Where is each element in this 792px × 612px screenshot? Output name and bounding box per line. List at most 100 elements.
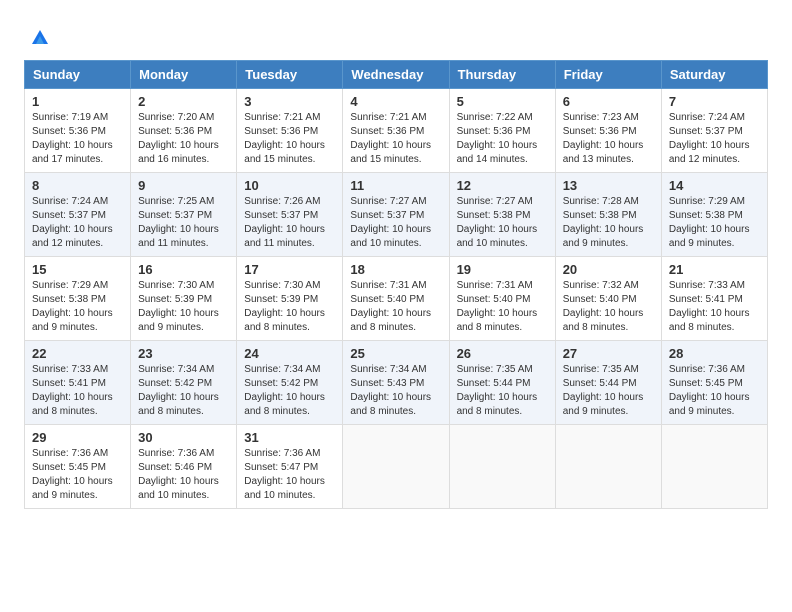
day-info: Sunrise: 7:36 AM Sunset: 5:46 PM Dayligh… bbox=[138, 447, 229, 503]
day-number: 26 bbox=[457, 346, 548, 361]
day-number: 15 bbox=[32, 262, 123, 277]
day-number: 1 bbox=[32, 94, 123, 109]
day-number: 18 bbox=[350, 262, 441, 277]
logo-icon bbox=[28, 26, 52, 50]
calendar-day-header: Sunday bbox=[25, 61, 131, 89]
calendar-cell: 27 Sunrise: 7:35 AM Sunset: 5:44 PM Dayli… bbox=[555, 341, 661, 425]
day-info: Sunrise: 7:31 AM Sunset: 5:40 PM Dayligh… bbox=[350, 279, 441, 335]
calendar-cell: 2 Sunrise: 7:20 AM Sunset: 5:36 PM Daylig… bbox=[131, 89, 237, 173]
day-number: 9 bbox=[138, 178, 229, 193]
day-info: Sunrise: 7:22 AM Sunset: 5:36 PM Dayligh… bbox=[457, 111, 548, 167]
day-number: 13 bbox=[563, 178, 654, 193]
day-number: 29 bbox=[32, 430, 123, 445]
calendar-cell: 28 Sunrise: 7:36 AM Sunset: 5:45 PM Dayli… bbox=[661, 341, 767, 425]
day-number: 4 bbox=[350, 94, 441, 109]
day-info: Sunrise: 7:29 AM Sunset: 5:38 PM Dayligh… bbox=[669, 195, 760, 251]
day-number: 3 bbox=[244, 94, 335, 109]
calendar-cell: 25Sunrise: 7:34 AM Sunset: 5:43 PM Dayli… bbox=[343, 341, 449, 425]
calendar-week-row: 1 Sunrise: 7:19 AM Sunset: 5:36 PM Daylig… bbox=[25, 89, 768, 173]
day-info: Sunrise: 7:24 AM Sunset: 5:37 PM Dayligh… bbox=[32, 195, 123, 251]
day-info: Sunrise: 7:20 AM Sunset: 5:36 PM Dayligh… bbox=[138, 111, 229, 167]
calendar-cell: 7 Sunrise: 7:24 AM Sunset: 5:37 PM Daylig… bbox=[661, 89, 767, 173]
calendar-cell: 19 Sunrise: 7:31 AM Sunset: 5:40 PM Dayli… bbox=[449, 257, 555, 341]
day-info: Sunrise: 7:27 AM Sunset: 5:37 PM Dayligh… bbox=[350, 195, 441, 251]
day-number: 17 bbox=[244, 262, 335, 277]
day-number: 2 bbox=[138, 94, 229, 109]
day-info: Sunrise: 7:36 AM Sunset: 5:45 PM Dayligh… bbox=[669, 363, 760, 419]
calendar-cell: 11 Sunrise: 7:27 AM Sunset: 5:37 PM Dayli… bbox=[343, 173, 449, 257]
calendar-cell: 29 Sunrise: 7:36 AM Sunset: 5:45 PM Dayli… bbox=[25, 425, 131, 509]
day-info: Sunrise: 7:33 AM Sunset: 5:41 PM Dayligh… bbox=[669, 279, 760, 335]
calendar-week-row: 8 Sunrise: 7:24 AM Sunset: 5:37 PM Daylig… bbox=[25, 173, 768, 257]
day-number: 19 bbox=[457, 262, 548, 277]
calendar-cell: 24Sunrise: 7:34 AM Sunset: 5:42 PM Dayli… bbox=[237, 341, 343, 425]
calendar-day-header: Tuesday bbox=[237, 61, 343, 89]
calendar-cell: 30 Sunrise: 7:36 AM Sunset: 5:46 PM Dayli… bbox=[131, 425, 237, 509]
calendar-cell: 10Sunrise: 7:26 AM Sunset: 5:37 PM Dayli… bbox=[237, 173, 343, 257]
calendar-cell: 14 Sunrise: 7:29 AM Sunset: 5:38 PM Dayli… bbox=[661, 173, 767, 257]
calendar-cell: 20Sunrise: 7:32 AM Sunset: 5:40 PM Dayli… bbox=[555, 257, 661, 341]
calendar-cell: 18 Sunrise: 7:31 AM Sunset: 5:40 PM Dayli… bbox=[343, 257, 449, 341]
day-number: 27 bbox=[563, 346, 654, 361]
calendar-header-row: SundayMondayTuesdayWednesdayThursdayFrid… bbox=[25, 61, 768, 89]
day-number: 5 bbox=[457, 94, 548, 109]
calendar-cell bbox=[343, 425, 449, 509]
day-info: Sunrise: 7:21 AM Sunset: 5:36 PM Dayligh… bbox=[350, 111, 441, 167]
day-number: 20 bbox=[563, 262, 654, 277]
calendar-day-header: Friday bbox=[555, 61, 661, 89]
calendar-cell: 3 Sunrise: 7:21 AM Sunset: 5:36 PM Daylig… bbox=[237, 89, 343, 173]
day-number: 8 bbox=[32, 178, 123, 193]
day-info: Sunrise: 7:28 AM Sunset: 5:38 PM Dayligh… bbox=[563, 195, 654, 251]
day-number: 31 bbox=[244, 430, 335, 445]
day-number: 21 bbox=[669, 262, 760, 277]
day-number: 6 bbox=[563, 94, 654, 109]
calendar-day-header: Thursday bbox=[449, 61, 555, 89]
calendar-table: SundayMondayTuesdayWednesdayThursdayFrid… bbox=[24, 60, 768, 509]
day-info: Sunrise: 7:36 AM Sunset: 5:45 PM Dayligh… bbox=[32, 447, 123, 503]
day-number: 25 bbox=[350, 346, 441, 361]
calendar-day-header: Saturday bbox=[661, 61, 767, 89]
day-info: Sunrise: 7:30 AM Sunset: 5:39 PM Dayligh… bbox=[138, 279, 229, 335]
calendar-week-row: 15 Sunrise: 7:29 AM Sunset: 5:38 PM Dayli… bbox=[25, 257, 768, 341]
day-info: Sunrise: 7:21 AM Sunset: 5:36 PM Dayligh… bbox=[244, 111, 335, 167]
day-info: Sunrise: 7:35 AM Sunset: 5:44 PM Dayligh… bbox=[563, 363, 654, 419]
day-info: Sunrise: 7:34 AM Sunset: 5:42 PM Dayligh… bbox=[244, 363, 335, 419]
calendar-day-header: Monday bbox=[131, 61, 237, 89]
calendar-cell: 5 Sunrise: 7:22 AM Sunset: 5:36 PM Daylig… bbox=[449, 89, 555, 173]
calendar-cell: 15 Sunrise: 7:29 AM Sunset: 5:38 PM Dayli… bbox=[25, 257, 131, 341]
day-number: 23 bbox=[138, 346, 229, 361]
day-info: Sunrise: 7:30 AM Sunset: 5:39 PM Dayligh… bbox=[244, 279, 335, 335]
calendar-cell: 31 Sunrise: 7:36 AM Sunset: 5:47 PM Dayli… bbox=[237, 425, 343, 509]
day-number: 10 bbox=[244, 178, 335, 193]
calendar-cell bbox=[555, 425, 661, 509]
day-info: Sunrise: 7:19 AM Sunset: 5:36 PM Dayligh… bbox=[32, 111, 123, 167]
day-number: 14 bbox=[669, 178, 760, 193]
calendar-cell: 1 Sunrise: 7:19 AM Sunset: 5:36 PM Daylig… bbox=[25, 89, 131, 173]
day-info: Sunrise: 7:35 AM Sunset: 5:44 PM Dayligh… bbox=[457, 363, 548, 419]
day-number: 22 bbox=[32, 346, 123, 361]
day-info: Sunrise: 7:36 AM Sunset: 5:47 PM Dayligh… bbox=[244, 447, 335, 503]
day-info: Sunrise: 7:27 AM Sunset: 5:38 PM Dayligh… bbox=[457, 195, 548, 251]
day-info: Sunrise: 7:31 AM Sunset: 5:40 PM Dayligh… bbox=[457, 279, 548, 335]
calendar-cell: 4 Sunrise: 7:21 AM Sunset: 5:36 PM Daylig… bbox=[343, 89, 449, 173]
day-info: Sunrise: 7:33 AM Sunset: 5:41 PM Dayligh… bbox=[32, 363, 123, 419]
day-info: Sunrise: 7:29 AM Sunset: 5:38 PM Dayligh… bbox=[32, 279, 123, 335]
calendar-cell: 8 Sunrise: 7:24 AM Sunset: 5:37 PM Daylig… bbox=[25, 173, 131, 257]
calendar-cell: 26 Sunrise: 7:35 AM Sunset: 5:44 PM Dayli… bbox=[449, 341, 555, 425]
day-number: 12 bbox=[457, 178, 548, 193]
day-number: 30 bbox=[138, 430, 229, 445]
logo bbox=[24, 26, 52, 50]
day-number: 11 bbox=[350, 178, 441, 193]
calendar-day-header: Wednesday bbox=[343, 61, 449, 89]
day-number: 28 bbox=[669, 346, 760, 361]
day-info: Sunrise: 7:24 AM Sunset: 5:37 PM Dayligh… bbox=[669, 111, 760, 167]
calendar-week-row: 29 Sunrise: 7:36 AM Sunset: 5:45 PM Dayli… bbox=[25, 425, 768, 509]
day-number: 7 bbox=[669, 94, 760, 109]
day-info: Sunrise: 7:23 AM Sunset: 5:36 PM Dayligh… bbox=[563, 111, 654, 167]
calendar-cell: 6 Sunrise: 7:23 AM Sunset: 5:36 PM Daylig… bbox=[555, 89, 661, 173]
header bbox=[24, 20, 768, 50]
calendar-cell bbox=[449, 425, 555, 509]
day-info: Sunrise: 7:25 AM Sunset: 5:37 PM Dayligh… bbox=[138, 195, 229, 251]
day-info: Sunrise: 7:34 AM Sunset: 5:42 PM Dayligh… bbox=[138, 363, 229, 419]
calendar-cell: 21 Sunrise: 7:33 AM Sunset: 5:41 PM Dayli… bbox=[661, 257, 767, 341]
